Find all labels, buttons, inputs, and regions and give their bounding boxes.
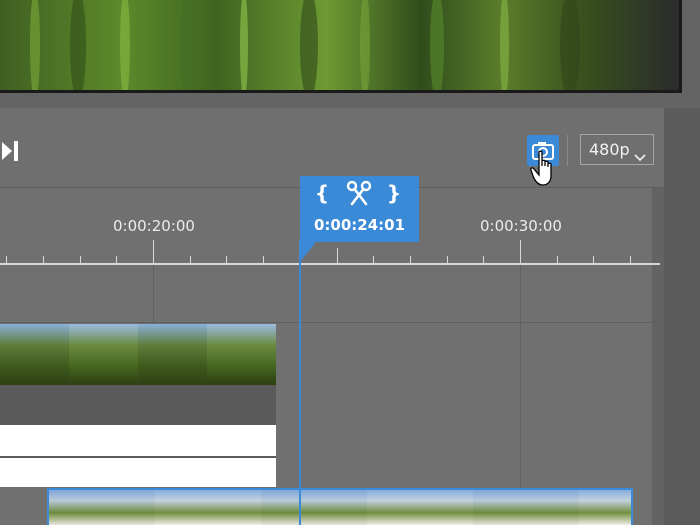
ruler-baseline xyxy=(0,263,660,265)
audio-clip[interactable] xyxy=(0,458,276,487)
clip-body xyxy=(0,385,276,425)
timeline-scrollbar[interactable] xyxy=(652,188,664,525)
ruler-tick xyxy=(337,248,338,264)
scissors-icon xyxy=(346,180,372,206)
toolbar-separator xyxy=(567,135,568,166)
playhead-line[interactable] xyxy=(299,240,301,525)
panel-edge xyxy=(664,108,700,525)
track-separator xyxy=(0,322,660,323)
hand-cursor-icon xyxy=(530,150,558,188)
split-button[interactable] xyxy=(345,179,373,207)
ruler-tick xyxy=(520,240,521,264)
playhead-time: 0:00:24:01 xyxy=(313,216,406,234)
selected-video-clip[interactable] xyxy=(47,488,633,525)
ruler-label-20s: 0:00:20:00 xyxy=(113,217,195,235)
skip-to-end-icon-glyph xyxy=(2,141,18,161)
audio-clip[interactable] xyxy=(0,425,276,457)
ruler-tick xyxy=(153,240,154,264)
quality-select[interactable]: 480p xyxy=(580,134,654,165)
mark-in-button[interactable]: { xyxy=(314,180,330,206)
skip-to-end-icon[interactable] xyxy=(0,136,26,166)
ruler-label-30s: 0:00:30:00 xyxy=(480,217,562,235)
video-clip[interactable] xyxy=(0,324,276,385)
playhead-pointer xyxy=(300,242,316,262)
video-preview xyxy=(0,0,682,93)
chevron-down-icon xyxy=(634,144,646,173)
quality-value: 480p xyxy=(589,140,630,159)
grid-line xyxy=(520,265,521,525)
mark-out-button[interactable]: } xyxy=(386,180,402,206)
